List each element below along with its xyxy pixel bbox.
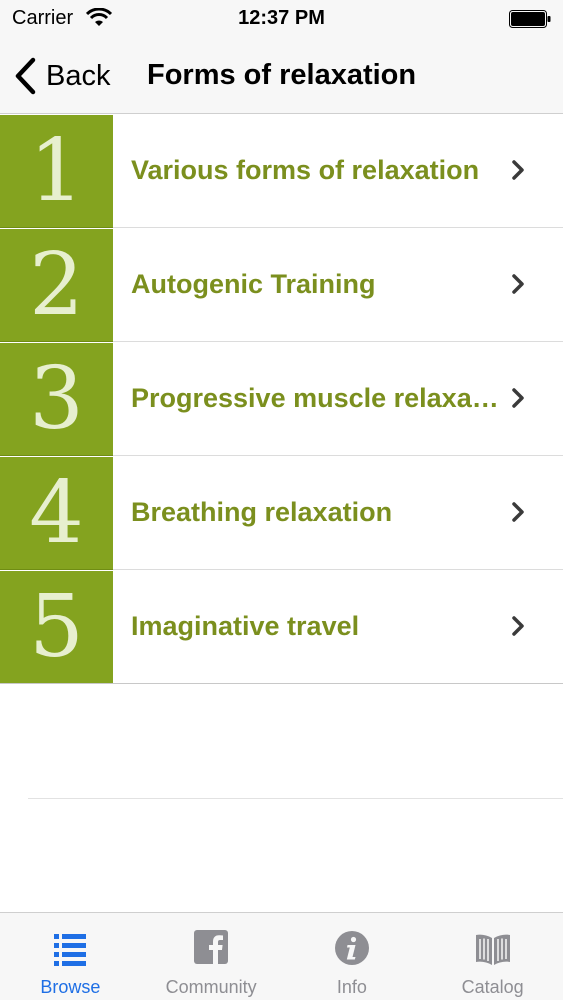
tab-label: Catalog	[461, 977, 524, 997]
page-title: Forms of relaxation	[147, 59, 417, 91]
info-icon	[334, 931, 369, 965]
list-item[interactable]: 2 Autogenic Training	[0, 228, 563, 342]
item-label: Autogenic Training	[131, 269, 376, 299]
tab-label: Info	[336, 977, 367, 997]
item-label: Progressive muscle relaxation	[131, 383, 499, 413]
item-label: Breathing relaxation	[131, 497, 393, 527]
chevron-right-icon	[512, 160, 524, 180]
chevron-right-icon	[512, 502, 524, 522]
item-label: Various forms of relaxation	[131, 155, 480, 185]
item-number: 5	[29, 576, 84, 677]
item-number: 2	[29, 234, 84, 335]
status-time: 12:37 PM	[238, 7, 325, 29]
tab-label: Community	[165, 977, 257, 997]
chevron-right-icon	[512, 274, 524, 294]
empty-row-divider	[28, 798, 563, 799]
tab-community[interactable]: Community	[141, 913, 282, 1000]
back-label: Back	[46, 59, 111, 92]
item-number: 3	[29, 348, 84, 449]
list-icon	[54, 934, 87, 966]
tab-catalog[interactable]: Catalog	[422, 913, 563, 1000]
chevron-right-icon	[512, 616, 524, 636]
topic-list: 1 Various forms of relaxation 2 Autogeni…	[0, 114, 563, 684]
item-number: 4	[29, 462, 84, 563]
navigation-bar: Back Forms of relaxation	[0, 40, 563, 114]
item-number-badge: 2	[0, 228, 113, 342]
item-label: Imaginative travel	[131, 611, 360, 641]
tab-browse[interactable]: Browse	[0, 913, 141, 1000]
item-number-badge: 3	[0, 342, 113, 456]
item-number: 1	[29, 120, 84, 221]
list-item[interactable]: 5 Imaginative travel	[0, 570, 563, 684]
battery-icon	[509, 10, 551, 28]
back-button[interactable]: Back	[12, 54, 110, 98]
item-number-badge: 5	[0, 570, 113, 684]
item-number-badge: 1	[0, 114, 113, 228]
facebook-icon	[194, 930, 229, 964]
tab-bar: Browse Community Info Catalog	[0, 912, 563, 1000]
chevron-left-icon	[15, 57, 36, 95]
chevron-right-icon	[512, 388, 524, 408]
book-icon	[475, 934, 510, 965]
list-item[interactable]: 3 Progressive muscle relaxation	[0, 342, 563, 456]
tab-info[interactable]: Info	[282, 913, 423, 1000]
tab-label: Browse	[40, 977, 101, 997]
divider	[0, 683, 563, 684]
list-item[interactable]: 1 Various forms of relaxation	[0, 114, 563, 228]
item-number-badge: 4	[0, 456, 113, 570]
status-bar: Carrier 12:37 PM	[0, 0, 563, 40]
list-item[interactable]: 4 Breathing relaxation	[0, 456, 563, 570]
